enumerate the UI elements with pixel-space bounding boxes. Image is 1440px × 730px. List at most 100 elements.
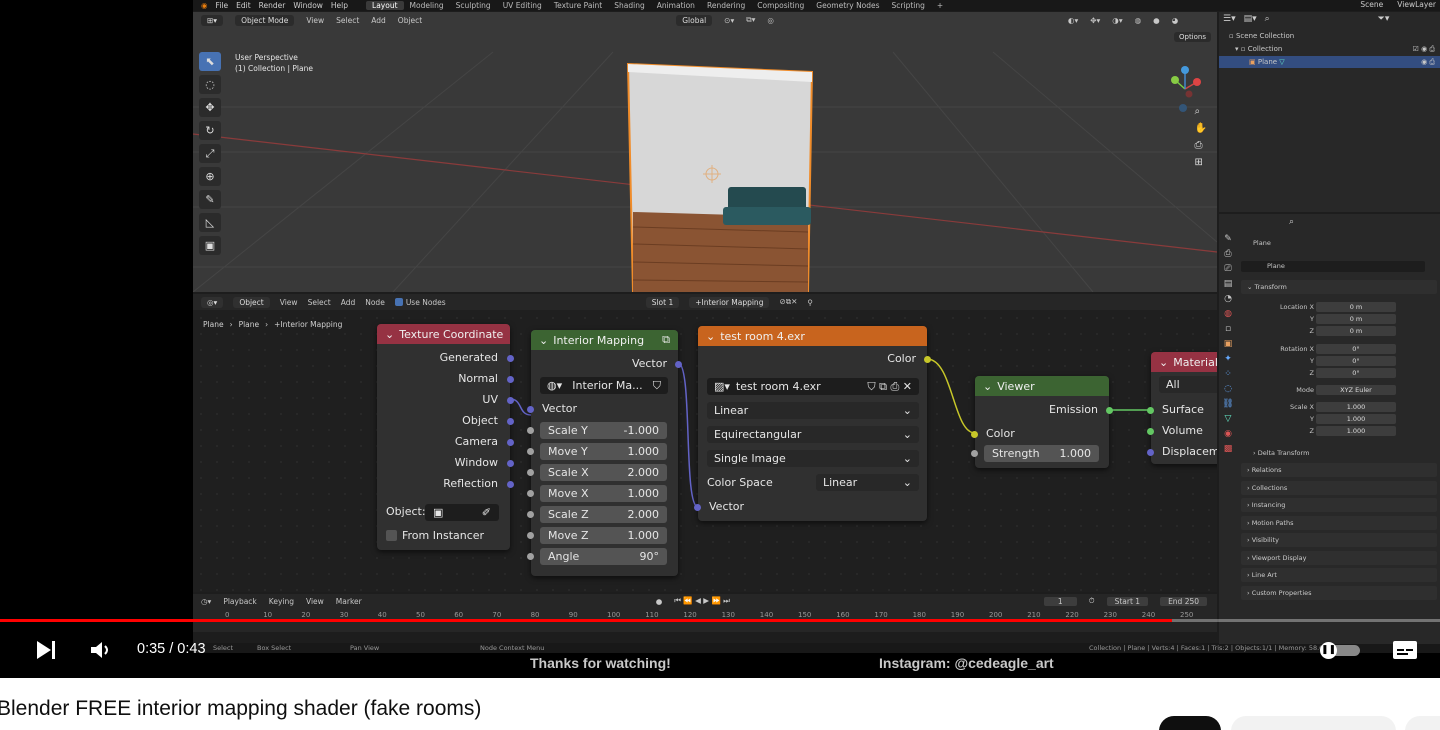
zoom-icon[interactable]: ⌕ — [1195, 106, 1207, 117]
delta-transform-header[interactable]: › Delta Transform — [1253, 449, 1309, 457]
socket-move-z[interactable] — [527, 532, 534, 539]
shading-wireframe-icon[interactable]: ◍ — [1135, 16, 1142, 25]
share-button[interactable] — [1405, 716, 1440, 730]
shading-solid-icon[interactable]: ● — [1153, 16, 1160, 25]
viewport-menu-view[interactable]: View — [306, 16, 324, 25]
texture-tab-icon[interactable]: ▩ — [1224, 444, 1233, 454]
socket-input-vector[interactable] — [694, 504, 701, 511]
object-picker-field[interactable]: ▣ ✐ — [425, 504, 499, 521]
add-cube-tool-icon[interactable]: ▣ — [199, 236, 221, 255]
view-layer-tab-icon[interactable]: ▤ — [1224, 279, 1233, 289]
timeline-menu-marker[interactable]: Marker — [336, 597, 362, 606]
timeline[interactable]: ◷▾ Playback Keying View Marker ● ⏮ ⏪ ◀ ▶… — [193, 594, 1217, 632]
viewer-node-header[interactable]: ⌄ Viewer — [975, 376, 1109, 396]
pan-hand-icon[interactable]: ✋ — [1195, 123, 1207, 134]
collapse-chevron-icon[interactable]: ⌄ — [1159, 356, 1168, 369]
scale-x-field[interactable]: 1.000 — [1316, 402, 1396, 412]
proportional-edit-icon[interactable]: ◎ — [767, 16, 774, 25]
outliner-item-plane[interactable]: ▣ Plane ▽ ◉ ⎙ — [1219, 56, 1440, 68]
timeline-menu-keying[interactable]: Keying — [269, 597, 294, 606]
properties-editor[interactable]: ✎ ⎙ ⎚ ▤ ◔ ◍ ▫ ▣ ✦ ⁘ ◌ ⛓ ▽ ◉ ▩ ⌕ Plane Pl… — [1219, 214, 1440, 644]
target-dropdown[interactable]: All — [1159, 376, 1217, 393]
end-frame-field[interactable]: End 250 — [1160, 596, 1208, 606]
socket-generated[interactable] — [507, 355, 514, 362]
outliner-item-scene-collection[interactable]: ▫ Scene Collection — [1229, 32, 1294, 40]
socket-move-x[interactable] — [527, 490, 534, 497]
subscribe-button[interactable] — [1159, 716, 1221, 730]
visibility-toggles-icon[interactable]: ◉ ⎙ — [1421, 56, 1435, 68]
param-angle[interactable]: Angle 90° — [540, 548, 667, 565]
interior-mapping-node[interactable]: ⌄ Interior Mapping ⧉ Vector ◍▾ Interior … — [527, 330, 682, 576]
scale-tool-icon[interactable]: ⤢ — [199, 144, 221, 163]
select-tool-icon[interactable]: ⬉ — [199, 52, 221, 71]
physics-tab-icon[interactable]: ◌ — [1224, 384, 1232, 394]
panel-instancing[interactable]: › Instancing — [1241, 498, 1437, 512]
socket-output-color[interactable] — [924, 356, 931, 363]
object-mode-dropdown[interactable]: Object Mode — [235, 14, 295, 26]
3d-viewport[interactable]: ⊞▾ Object Mode View Select Add Object Gl… — [193, 12, 1217, 292]
grid-view-icon[interactable]: ⊞ — [1195, 157, 1207, 168]
object-name-field[interactable]: Plane — [1241, 261, 1425, 272]
viewport-menu-add[interactable]: Add — [371, 16, 386, 25]
socket-scale-z[interactable] — [527, 511, 534, 518]
subtitles-icon[interactable] — [1392, 640, 1418, 660]
workspace-tab-geometry-nodes[interactable]: Geometry Nodes — [810, 1, 885, 10]
workspace-tab-texture-paint[interactable]: Texture Paint — [548, 1, 608, 10]
panel-relations[interactable]: › Relations — [1241, 463, 1437, 477]
workspace-tab-layout[interactable]: Layout — [366, 1, 404, 10]
menu-help[interactable]: Help — [331, 1, 348, 10]
menu-file[interactable]: File — [216, 1, 229, 10]
visibility-icon[interactable]: ◐▾ — [1068, 16, 1078, 25]
eyedropper-icon[interactable]: ✐ — [482, 506, 491, 519]
transform-orientation-dropdown[interactable]: Global — [676, 14, 713, 26]
outliner-editor-icon[interactable]: ☰▾ — [1223, 14, 1236, 24]
timeline-menu-view[interactable]: View — [306, 597, 324, 606]
viewport-menu-object[interactable]: Object — [398, 16, 422, 25]
socket-window[interactable] — [507, 460, 514, 467]
progress-bar-fill[interactable] — [0, 619, 1173, 622]
socket-move-y[interactable] — [527, 448, 534, 455]
display-mode-icon[interactable]: ▤▾ — [1244, 14, 1257, 24]
panel-visibility[interactable]: › Visibility — [1241, 533, 1437, 547]
record-icon[interactable]: ● — [656, 597, 663, 606]
shading-material-icon[interactable]: ◕ — [1172, 16, 1179, 25]
location-y-field[interactable]: 0 m — [1316, 314, 1396, 324]
node-group-selector[interactable]: ◍▾ Interior Ma... ⛉ — [540, 377, 668, 394]
render-tab-icon[interactable]: ⎙ — [1224, 249, 1231, 259]
location-x-field[interactable]: 0 m — [1316, 302, 1396, 312]
material-tab-icon[interactable]: ◉ — [1224, 429, 1232, 439]
param-move-z[interactable]: Move Z 1.000 — [540, 527, 667, 544]
image-texture-node[interactable]: ⌄ test room 4.exr Color ▨▾ test room 4.e… — [694, 326, 931, 521]
transform-tool-icon[interactable]: ⊕ — [199, 167, 221, 186]
gizmo-toggle-icon[interactable]: ✥▾ — [1090, 16, 1100, 25]
output-tab-icon[interactable]: ⎚ — [1224, 264, 1231, 274]
socket-object[interactable] — [507, 418, 514, 425]
shader-node-editor[interactable]: ◎▾ Object View Select Add Node Use Nodes… — [193, 294, 1217, 592]
annotate-tool-icon[interactable]: ✎ — [199, 190, 221, 209]
texture-coordinate-node-header[interactable]: ⌄ Texture Coordinate — [377, 324, 510, 344]
projection-dropdown[interactable]: Equirectangular ⌄ — [707, 426, 919, 443]
move-tool-icon[interactable]: ✥ — [199, 98, 221, 117]
param-scale-x[interactable]: Scale X 2.000 — [540, 464, 667, 481]
socket-angle[interactable] — [527, 553, 534, 560]
socket-surface[interactable] — [1147, 407, 1154, 414]
image-actions-icon[interactable]: ⛉ ⧉ ⎙ ✕ — [867, 380, 912, 394]
pivot-icon[interactable]: ⊙▾ — [724, 16, 734, 25]
fake-user-shield-icon[interactable]: ⛉ — [653, 379, 661, 393]
color-space-dropdown[interactable]: Linear ⌄ — [816, 474, 919, 491]
panel-custom-properties[interactable]: › Custom Properties — [1241, 586, 1437, 600]
outliner-item-collection[interactable]: ▾ ▫ Collection ☑ ◉ ⎙ — [1235, 45, 1435, 53]
source-dropdown[interactable]: Single Image ⌄ — [707, 450, 919, 467]
panel-viewport-display[interactable]: › Viewport Display — [1241, 551, 1437, 565]
socket-camera[interactable] — [507, 439, 514, 446]
workspace-tab-compositing[interactable]: Compositing — [751, 1, 810, 10]
workspace-tab-shading[interactable]: Shading — [608, 1, 650, 10]
viewer-node[interactable]: ⌄ Viewer Emission Color Strength 1.000 — [971, 376, 1113, 468]
outliner[interactable]: ☰▾ ▤▾ ⌕ ⏷▾ ▫ Scene Collection ▾ ▫ Collec… — [1219, 12, 1440, 212]
filter-icon[interactable]: ⏷▾ — [1378, 14, 1390, 24]
properties-search-icon[interactable]: ⌕ — [1289, 217, 1294, 227]
stopwatch-icon[interactable]: ⏱ — [1089, 596, 1095, 606]
collapse-chevron-icon[interactable]: ⌄ — [385, 328, 394, 341]
node-group-icon[interactable]: ⧉ — [662, 333, 670, 347]
socket-strength[interactable] — [971, 450, 978, 457]
